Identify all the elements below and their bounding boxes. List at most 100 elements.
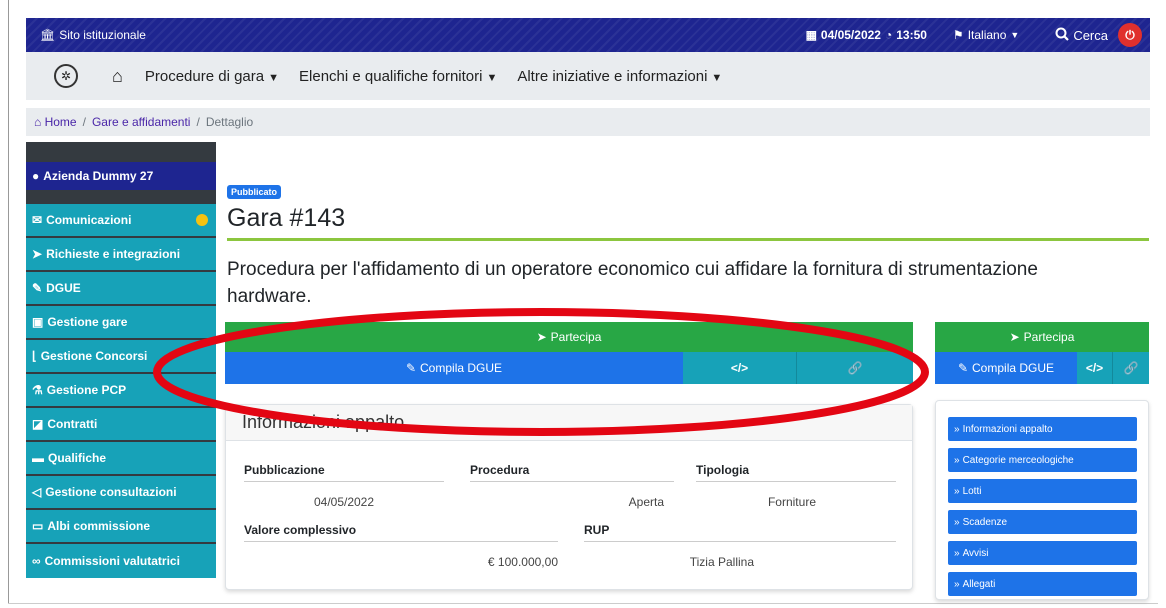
- breadcrumb-home[interactable]: ⌂ Home: [34, 115, 77, 129]
- breadcrumb-separator: /: [82, 115, 86, 129]
- language-label: Italiano: [967, 28, 1007, 42]
- pubblicazione-value: 04/05/2022: [313, 495, 375, 509]
- nav-altre-iniziative[interactable]: Altre iniziative e informazioni ▼: [517, 68, 722, 85]
- side-action-group: ➤ Partecipa ✎ Compila DGUE </> 🔗: [935, 322, 1149, 384]
- double-chevron-down-icon: »: [954, 454, 960, 466]
- link-icon: 🔗: [1123, 361, 1139, 375]
- home-icon[interactable]: ⌂: [112, 66, 123, 87]
- info-card: Informazioni appalto Pubblicazione Proce…: [225, 404, 913, 590]
- code-icon: </>: [730, 361, 749, 375]
- side-links-panel: » Informazioni appalto » Categorie merceol…: [935, 400, 1149, 600]
- tipologia-value: Forniture: [767, 495, 816, 509]
- institutional-label: Sito istituzionale: [59, 28, 146, 42]
- link-avvisi[interactable]: » Avvisi: [948, 541, 1137, 565]
- sidebar-item-qualifiche[interactable]: ▬ Qualifiche: [26, 442, 216, 476]
- page-title: Gara #143: [227, 204, 346, 232]
- sidebar-item-comunicazioni[interactable]: ✉ Comunicazioni: [26, 204, 216, 238]
- paper-plane-icon: ➤: [32, 247, 43, 261]
- page-description: Procedura per l'affidamento di un operat…: [227, 259, 1038, 307]
- caret-down-icon: ▼: [486, 71, 498, 84]
- envelope-icon: ✉: [32, 213, 43, 227]
- institutional-topbar: 🏛 Sito istituzionale ▦ 04/05/2022 ◔ 13:5…: [26, 18, 1150, 52]
- tipologia-label: Tipologia: [696, 463, 896, 482]
- sidebar-item-gestione-gare[interactable]: ▣ Gestione gare: [26, 306, 216, 340]
- sidebar-item-richieste[interactable]: ➤ Richieste e integrazioni: [26, 238, 216, 272]
- pubblicazione-label: Pubblicazione: [244, 463, 444, 482]
- side-code-button[interactable]: </>: [1077, 352, 1113, 384]
- sidebar: ● Azienda Dummy 27 ✉ Comunicazioni ➤ Ric…: [26, 142, 216, 594]
- flask-icon: ⚗: [32, 383, 43, 397]
- side-link-button[interactable]: 🔗: [1113, 352, 1149, 384]
- compila-dgue-button[interactable]: ✎ Compila DGUE: [225, 352, 683, 384]
- glasses-icon: ∞: [32, 554, 41, 568]
- valore-label: Valore complessivo: [244, 523, 558, 542]
- double-chevron-down-icon: »: [954, 578, 960, 590]
- institutional-link[interactable]: 🏛 Sito istituzionale: [40, 28, 146, 42]
- chevron-down-icon: ▼: [1010, 30, 1020, 40]
- link-icon: 🔗: [847, 361, 863, 375]
- double-chevron-down-icon: »: [954, 485, 960, 497]
- calendar-icon: ▦: [805, 28, 817, 42]
- sidebar-item-gestione-pcp[interactable]: ⚗ Gestione PCP: [26, 374, 216, 408]
- time-text: 13:50: [896, 28, 927, 42]
- nav-elenchi-fornitori[interactable]: Elenchi e qualifiche fornitori ▼: [299, 68, 497, 85]
- info-card-header: Informazioni appalto: [226, 405, 912, 441]
- paper-plane-icon: ➤: [536, 330, 547, 344]
- link-button[interactable]: 🔗: [797, 352, 913, 384]
- main-action-group: ➤ Partecipa ✎ Compila DGUE </> 🔗: [225, 322, 913, 384]
- rup-label: RUP: [584, 523, 896, 542]
- partecipa-button[interactable]: ➤ Partecipa: [225, 322, 913, 352]
- procedura-value: Aperta: [628, 495, 664, 509]
- side-compila-dgue-button[interactable]: ✎ Compila DGUE: [935, 352, 1077, 384]
- sidebar-user[interactable]: ● Azienda Dummy 27: [26, 162, 216, 190]
- sidebar-item-albi[interactable]: ▭ Albi commissione: [26, 510, 216, 544]
- sidebar-item-gestione-concorsi[interactable]: ⌊ Gestione Concorsi: [26, 340, 216, 374]
- sidebar-item-commissioni[interactable]: ∞ Commissioni valutatrici: [26, 544, 216, 578]
- valore-value: € 100.000,00: [487, 555, 558, 569]
- home-icon: ⌂: [34, 115, 42, 129]
- sidebar-item-consultazioni[interactable]: ◁ Gestione consultazioni: [26, 476, 216, 510]
- link-informazioni-appalto[interactable]: » Informazioni appalto: [948, 417, 1137, 441]
- status-badge: Pubblicato: [227, 185, 282, 199]
- nav-procedure-di-gara[interactable]: Procedure di gara ▼: [145, 68, 279, 85]
- link-scadenze[interactable]: » Scadenze: [948, 510, 1137, 534]
- code-button[interactable]: </>: [683, 352, 797, 384]
- caret-down-icon: ▼: [268, 71, 280, 84]
- language-selector[interactable]: ⚑ Italiano ▼: [953, 28, 1019, 42]
- breadcrumb-gare[interactable]: Gare e affidamenti: [92, 115, 191, 129]
- megaphone-icon: ◁: [32, 485, 42, 499]
- edit-icon: ✎: [405, 361, 417, 375]
- link-categorie-merceologiche[interactable]: » Categorie merceologiche: [948, 448, 1137, 472]
- edit-icon: ✎: [32, 281, 43, 295]
- folder-icon: ▬: [32, 451, 44, 465]
- contract-icon: ◪: [32, 417, 44, 431]
- double-chevron-down-icon: »: [954, 516, 960, 528]
- sidebar-gap: [26, 190, 216, 204]
- logout-button[interactable]: ⏻: [1118, 23, 1142, 47]
- breadcrumb-current: Dettaglio: [205, 115, 254, 129]
- search-label: Cerca: [1073, 27, 1108, 43]
- institution-icon: 🏛: [40, 28, 56, 42]
- site-logo[interactable]: ✲: [54, 64, 78, 88]
- sidebar-item-contratti[interactable]: ◪ Contratti: [26, 408, 216, 442]
- search-icon: [1055, 27, 1070, 44]
- notification-dot: [196, 214, 208, 226]
- side-partecipa-button[interactable]: ➤ Partecipa: [935, 322, 1149, 352]
- folder-open-icon: ▭: [32, 519, 44, 533]
- rup-value: Tizia Pallina: [689, 555, 754, 569]
- breadcrumb-separator: /: [196, 115, 200, 129]
- flag-icon: ⚑: [952, 28, 964, 42]
- caret-down-icon: ▼: [711, 71, 723, 84]
- search-button[interactable]: Cerca: [1055, 27, 1108, 44]
- link-lotti[interactable]: » Lotti: [948, 479, 1137, 503]
- breadcrumb: ⌂ Home / Gare e affidamenti / Dettaglio: [26, 108, 1150, 136]
- briefcase-icon: ▣: [32, 315, 44, 329]
- sidebar-item-dgue[interactable]: ✎ DGUE: [26, 272, 216, 306]
- link-allegati[interactable]: » Allegati: [948, 572, 1137, 596]
- edit-icon: ✎: [957, 361, 969, 375]
- double-chevron-down-icon: »: [954, 423, 960, 435]
- power-icon: ⏻: [1125, 27, 1135, 42]
- title-underline: [227, 238, 1149, 241]
- code-icon: </>: [1085, 361, 1104, 375]
- procedura-label: Procedura: [470, 463, 674, 482]
